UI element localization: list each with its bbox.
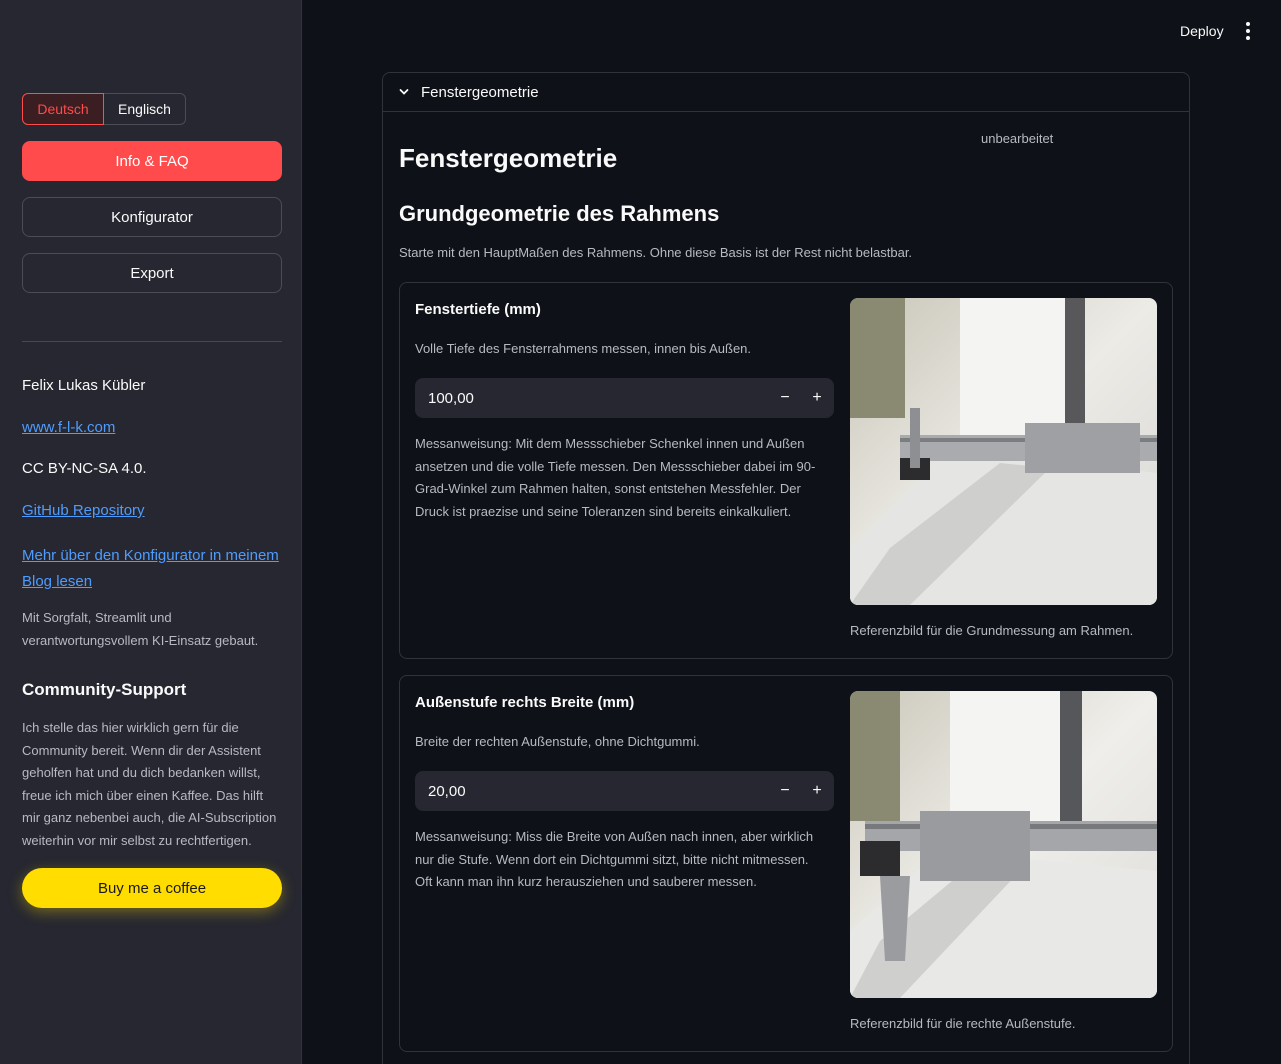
made-with-text: Mit Sorgfalt, Streamlit und verantwortung… [22,610,259,648]
github-link[interactable]: GitHub Repository [22,502,145,519]
community-title: Community-Support [22,680,187,699]
step-width-number-input[interactable]: 20,00 − + [415,771,834,811]
blog-link-block: Mehr über den Konfigurator in meinem Blog… [22,543,284,595]
fenstergeometrie-expander: Fenstergeometrie unbearbeitet Fenstergeo… [382,72,1190,1064]
lang-en-button[interactable]: Englisch [104,93,186,125]
measurement-instruction: Messanweisung: Miss die Breite von Außen… [415,829,814,889]
sidebar-divider [22,341,282,342]
image-caption: Referenzbild für die Grundmessung am Rah… [850,623,1134,638]
export-button[interactable]: Export [22,253,282,293]
field-title: Außenstufe rechts Breite (mm) [415,694,635,711]
license-text: CC BY-NC-SA 4.0. [22,460,147,477]
sidebar: Deutsch Englisch Info & FAQ Konfigurator… [0,0,302,1064]
field-title: Fenstertiefe (mm) [415,301,541,318]
status-badge: unbearbeitet [981,131,1054,146]
info-faq-button[interactable]: Info & FAQ [22,141,282,181]
measurement-card: Außenstufe rechts Breite (mm) Breite der… [399,675,1173,1052]
increment-button[interactable]: + [801,771,833,811]
increment-button[interactable]: + [801,378,833,418]
decrement-button[interactable]: − [769,771,801,811]
buy-me-a-coffee-button[interactable]: Buy me a coffee [22,868,282,908]
reference-image [850,691,1157,998]
community-text: Ich stelle das hier wirklich gern für di… [22,720,277,848]
image-caption: Referenzbild für die rechte Außenstufe. [850,1016,1076,1031]
depth-number-input[interactable]: 100,00 − + [415,378,834,418]
expander-label: Fenstergeometrie [421,83,539,101]
number-value: 20,00 [428,782,466,800]
deploy-button[interactable]: Deploy [1172,19,1232,43]
field-description: Breite der rechten Außenstufe, ohne Dich… [415,734,700,749]
field-description: Volle Tiefe des Fensterrahmens messen, i… [415,341,752,356]
section-title: Grundgeometrie des Rahmens [399,201,720,226]
number-value: 100,00 [428,389,474,407]
author-name: Felix Lukas Kübler [22,377,146,394]
blog-link[interactable]: Mehr über den Konfigurator in meinem Blog… [22,547,279,590]
decrement-button[interactable]: − [769,378,801,418]
reference-image [850,298,1157,605]
chevron-down-icon [399,89,409,95]
language-toggle: Deutsch Englisch [22,93,186,125]
page-title: Fenstergeometrie [399,143,618,173]
expander-header[interactable]: Fenstergeometrie [383,73,1189,112]
lang-de-button[interactable]: Deutsch [22,93,104,125]
configurator-button[interactable]: Konfigurator [22,197,282,237]
more-menu-icon[interactable] [1238,21,1258,41]
website-link[interactable]: www.f-l-k.com [22,419,115,436]
measurement-instruction: Messanweisung: Mit dem Messschieber Sche… [415,436,816,519]
measurement-card: Fenstertiefe (mm) Volle Tiefe des Fenste… [399,282,1173,659]
section-intro: Starte mit den HauptMaßen des Rahmens. O… [399,245,913,260]
